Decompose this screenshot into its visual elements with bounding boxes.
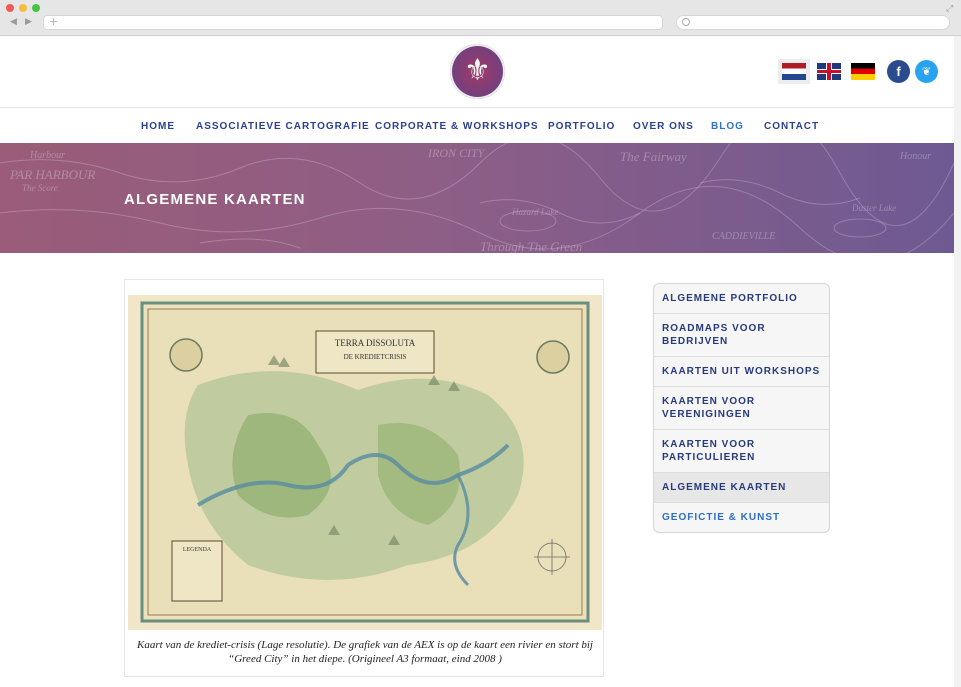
caption-line-2: “Greed City” in het diepe. (Origineel A3… <box>228 653 502 665</box>
map-title-1: TERRA DISSOLUTA <box>335 338 416 348</box>
browser-chrome: ◀ ▶ + ⤢ <box>0 0 961 36</box>
new-tab-icon[interactable]: + <box>49 15 58 28</box>
sidebar-item-roadmaps[interactable]: ROADMAPS VOOR BEDRIJVEN <box>654 314 829 357</box>
nl-flag-icon[interactable] <box>778 59 810 84</box>
fleur-de-lis-icon: ⚜ <box>464 53 491 88</box>
minimize-window-icon[interactable] <box>19 4 27 12</box>
fullscreen-icon[interactable]: ⤢ <box>946 4 953 14</box>
map-caption: Kaart van de krediet-crisis (Lage resolu… <box>131 638 599 666</box>
caption-line-1: Kaart van de krediet-crisis (Lage resolu… <box>136 639 593 651</box>
page-title: ALGEMENE KAARTEN <box>124 191 306 208</box>
back-arrow-icon[interactable]: ◀ <box>10 17 17 27</box>
site-header: ⚜ f ❦ <box>0 36 954 108</box>
map-illustration: TERRA DISSOLUTA DE KREDIETCRISIS LEGENDA <box>140 301 590 623</box>
banner-word-7: CADDIEVILLE <box>712 231 775 242</box>
browser-search-input[interactable] <box>676 15 950 30</box>
nav-contact[interactable]: CONTACT <box>764 121 819 132</box>
banner-word-0: Harbour <box>29 150 65 161</box>
close-window-icon[interactable] <box>6 4 14 12</box>
credit-crisis-map-image[interactable]: TERRA DISSOLUTA DE KREDIETCRISIS LEGENDA <box>128 295 602 630</box>
banner-word-6: Through The Green <box>480 239 582 253</box>
maximize-window-icon[interactable] <box>32 4 40 12</box>
nav-portfolio[interactable]: PORTFOLIO <box>548 121 615 132</box>
banner-word-9: Duster Lake <box>851 203 896 213</box>
sidebar-item-algemene-kaarten[interactable]: ALGEMENE KAARTEN <box>654 473 829 503</box>
twitter-icon[interactable]: ❦ <box>915 60 938 83</box>
nav-over-ons[interactable]: OVER ONS <box>633 121 694 132</box>
banner-word-1: PAR HARBOUR <box>9 167 95 182</box>
address-bar[interactable]: + <box>43 15 663 30</box>
banner-word-4: The Fairway <box>620 149 687 164</box>
banner-word-3: IRON CITY <box>427 146 486 160</box>
sidebar-item-verenigingen[interactable]: KAARTEN VOOR VERENIGINGEN <box>654 387 829 430</box>
page-scrollbar[interactable] <box>954 36 961 687</box>
main-nav: HOME ASSOCIATIEVE CARTOGRAFIE CORPORATE … <box>0 109 954 143</box>
nav-home[interactable]: HOME <box>141 121 175 132</box>
facebook-icon[interactable]: f <box>887 60 910 83</box>
banner-word-2: The Score <box>22 183 58 193</box>
sidebar-item-geofictie[interactable]: GEOFICTIE & KUNST <box>654 503 829 532</box>
de-flag-icon[interactable] <box>851 63 875 80</box>
banner-word-8: Honour <box>899 151 931 162</box>
page-banner: Harbour PAR HARBOUR The Score IRON CITY … <box>0 143 954 253</box>
sidebar-item-particulieren[interactable]: KAARTEN VOOR PARTICULIEREN <box>654 430 829 473</box>
sidebar-item-workshops[interactable]: KAARTEN UIT WORKSHOPS <box>654 357 829 387</box>
search-icon <box>682 18 690 26</box>
nav-blog[interactable]: BLOG <box>711 121 744 132</box>
map-title-2: DE KREDIETCRISIS <box>344 353 407 361</box>
map-legend-title: LEGENDA <box>183 547 212 553</box>
banner-word-5: Hazard Lake <box>511 207 558 217</box>
forward-arrow-icon[interactable]: ▶ <box>25 17 32 27</box>
site-logo[interactable]: ⚜ <box>450 44 505 99</box>
map-figure: TERRA DISSOLUTA DE KREDIETCRISIS LEGENDA… <box>124 279 604 677</box>
nav-associatieve-cartografie[interactable]: ASSOCIATIEVE CARTOGRAFIE <box>196 121 370 132</box>
uk-flag-icon[interactable] <box>817 63 841 80</box>
nav-corporate-workshops[interactable]: CORPORATE & WORKSHOPS <box>375 121 539 132</box>
sidebar-item-algemene-portfolio[interactable]: ALGEMENE PORTFOLIO <box>654 284 829 314</box>
portfolio-sidebar: ALGEMENE PORTFOLIO ROADMAPS VOOR BEDRIJV… <box>653 283 830 533</box>
